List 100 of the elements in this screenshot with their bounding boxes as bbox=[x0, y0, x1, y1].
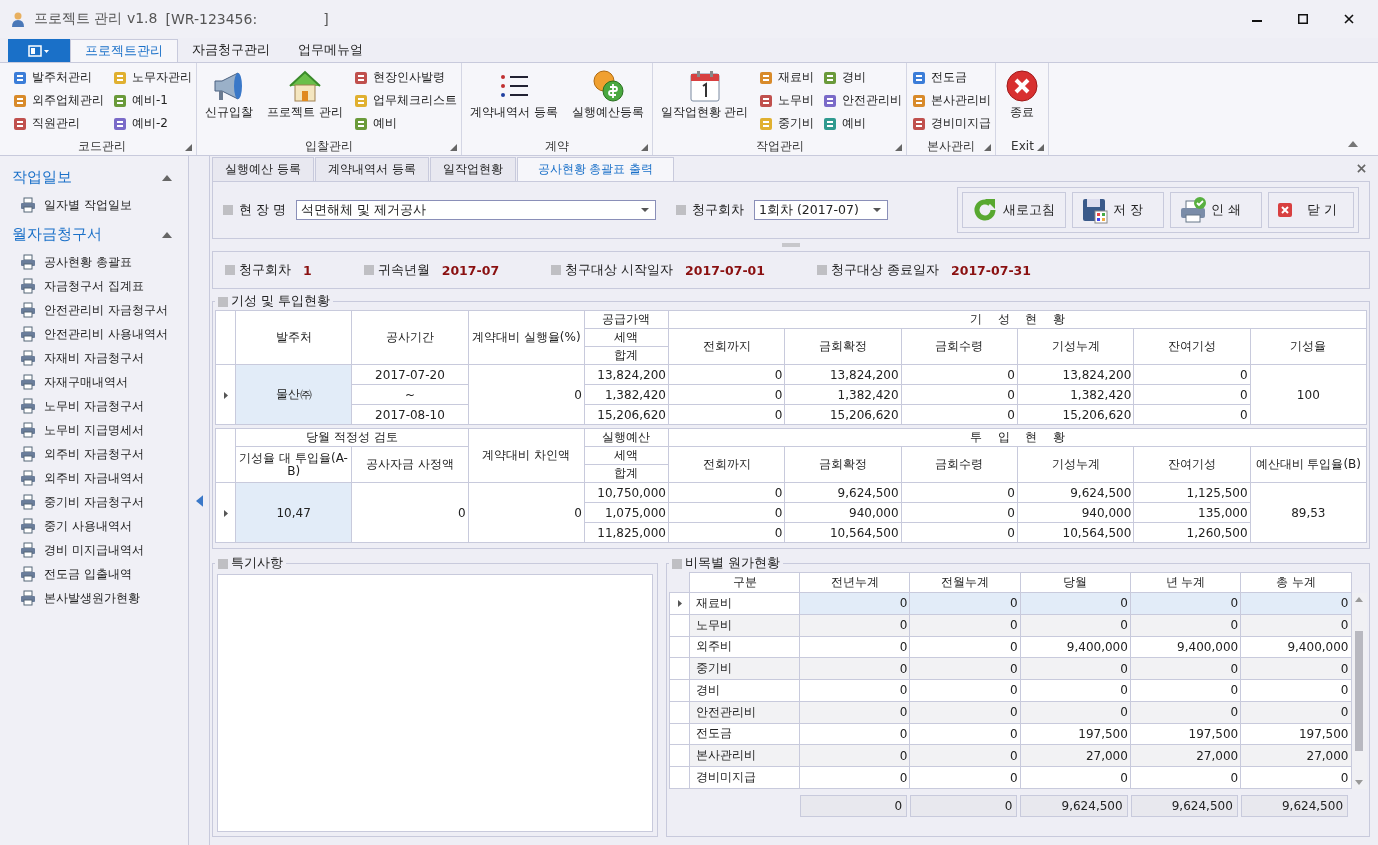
info-label: 귀속년월 bbox=[377, 261, 430, 279]
ribbon-button[interactable]: 신규입찰 bbox=[201, 66, 257, 121]
printer-icon bbox=[20, 446, 36, 462]
table-cell: 1,382,420 bbox=[1017, 384, 1134, 405]
row-indicator[interactable] bbox=[669, 592, 690, 615]
sidebar-item[interactable]: 노무비 지급명세서 bbox=[44, 421, 144, 439]
remarks-field[interactable] bbox=[217, 574, 653, 832]
launcher-icon[interactable] bbox=[640, 144, 648, 151]
sidebar-item[interactable]: 노무비 자금청구서 bbox=[44, 397, 144, 415]
ribbon-button[interactable]: 경비 bbox=[822, 66, 903, 89]
section-title[interactable]: 작업일보 bbox=[12, 168, 72, 187]
sidebar-item[interactable]: 중기 사용내역서 bbox=[44, 517, 132, 535]
ribbon-tab[interactable]: 업무메뉴얼 bbox=[284, 39, 377, 62]
column-header: 공사자금 사정액 bbox=[351, 446, 469, 483]
ribbon-button[interactable]: 현장인사발령 bbox=[352, 66, 457, 89]
table-cell: 0 bbox=[668, 502, 785, 523]
sidebar-item[interactable]: 본사발생원가현황 bbox=[44, 589, 140, 607]
document-tab[interactable]: 실행예산 등록 bbox=[212, 157, 314, 181]
grip-icon bbox=[223, 205, 233, 215]
group-label: 계약 bbox=[544, 137, 569, 155]
scroll-up-icon[interactable] bbox=[1355, 596, 1364, 602]
info-label: 청구대상 종료일자 bbox=[831, 261, 939, 279]
collapse-icon[interactable] bbox=[1348, 141, 1358, 147]
ribbon-button[interactable]: 전도금 bbox=[911, 66, 992, 89]
claim-dropdown[interactable]: 1회차 (2017-07) bbox=[753, 200, 888, 220]
launcher-icon[interactable] bbox=[895, 144, 903, 151]
printer-icon bbox=[20, 566, 36, 582]
printer-icon bbox=[1179, 196, 1207, 224]
table-cell: 15,206,620 bbox=[1017, 404, 1134, 425]
ribbon-button[interactable]: 예비-2 bbox=[112, 112, 192, 135]
ribbon-button[interactable]: 예비-1 bbox=[112, 89, 192, 112]
dropdown-arrow-icon[interactable] bbox=[640, 208, 649, 212]
sidebar-item[interactable]: 중기비 자금청구서 bbox=[44, 493, 144, 511]
collapse-icon[interactable] bbox=[162, 174, 172, 181]
ribbon-button[interactable]: 경비미지급 bbox=[911, 112, 992, 135]
close-button[interactable]: 닫 기 bbox=[1268, 192, 1354, 228]
column-header: 투 입 현 황 bbox=[668, 428, 1367, 447]
ribbon-button[interactable]: 중기비 bbox=[758, 112, 815, 135]
ribbon-button[interactable]: 프로젝트 관리 bbox=[263, 66, 347, 121]
section-title[interactable]: 월자금청구서 bbox=[12, 225, 102, 244]
launcher-icon[interactable] bbox=[984, 144, 992, 151]
ribbon-button[interactable]: 예비 bbox=[822, 112, 903, 135]
table-cell: 물산㈜ bbox=[235, 364, 352, 425]
refresh-button[interactable]: 새로고침 bbox=[962, 192, 1066, 228]
sidebar-item[interactable]: 자재구매내역서 bbox=[44, 373, 128, 391]
sidebar-item[interactable]: 일자별 작업일보 bbox=[44, 196, 132, 214]
ribbon-button[interactable]: 직원관리 bbox=[12, 112, 104, 135]
table-cell: 0 bbox=[901, 364, 1018, 385]
document-tab[interactable]: 공사현황 총괄표 출력 bbox=[516, 157, 675, 181]
table-cell: 0 bbox=[901, 502, 1018, 523]
document-tab[interactable]: 계약내역서 등록 bbox=[314, 157, 429, 181]
document-icon bbox=[12, 69, 28, 86]
table-cell: 0 bbox=[668, 522, 785, 543]
ribbon-button[interactable]: 노무비 bbox=[758, 89, 815, 112]
splitter-handle[interactable] bbox=[782, 243, 800, 247]
column-header: 잔여기성 bbox=[1133, 328, 1251, 365]
sidebar-item[interactable]: 안전관리비 자금청구서 bbox=[44, 301, 168, 319]
collapse-icon[interactable] bbox=[162, 231, 172, 238]
ribbon-button[interactable]: 노무자관리 bbox=[112, 66, 192, 89]
stop-icon bbox=[1004, 68, 1041, 104]
sidebar-item[interactable]: 외주비 자금내역서 bbox=[44, 469, 144, 487]
ribbon-button[interactable]: 종료 bbox=[1000, 66, 1045, 121]
ribbon-button[interactable]: 예비 bbox=[352, 112, 457, 135]
sidebar-item[interactable]: 자금청구서 집계표 bbox=[44, 277, 144, 295]
ribbon-button[interactable]: 일작업현황 관리 bbox=[656, 66, 753, 121]
ribbon-button[interactable]: 계약내역서 등록 bbox=[465, 66, 562, 121]
save-button[interactable]: 저 장 bbox=[1072, 192, 1164, 228]
launcher-icon[interactable] bbox=[185, 144, 192, 151]
ribbon-button[interactable]: 발주처관리 bbox=[12, 66, 104, 89]
column-header: 계약대비 실행율(%) bbox=[468, 310, 585, 365]
sidebar-item[interactable]: 경비 미지급내역서 bbox=[44, 541, 144, 559]
print-button[interactable]: 인 쇄 bbox=[1170, 192, 1262, 228]
launcher-icon[interactable] bbox=[1037, 144, 1045, 151]
ribbon-button[interactable]: 재료비 bbox=[758, 66, 815, 89]
sidebar-item[interactable]: 전도금 입출내역 bbox=[44, 565, 132, 583]
ribbon-tab[interactable]: 자금청구관리 bbox=[178, 39, 284, 62]
sidebar-item[interactable]: 자재비 자금청구서 bbox=[44, 349, 144, 367]
column-header: 예산대비 투입율(B) bbox=[1250, 446, 1367, 483]
ribbon-button[interactable]: 업무체크리스트 bbox=[352, 89, 457, 112]
scroll-down-icon[interactable] bbox=[1355, 779, 1364, 785]
ribbon-tab[interactable]: 프로젝트관리 bbox=[70, 39, 178, 62]
app-menu-button[interactable] bbox=[8, 39, 70, 62]
column-header: 실행예산 bbox=[584, 428, 669, 447]
ribbon-button[interactable]: 실행예산등록 bbox=[567, 66, 648, 121]
site-dropdown[interactable]: 석면해체 및 제거공사 bbox=[295, 200, 656, 220]
sidebar-item[interactable]: 공사현황 총괄표 bbox=[44, 253, 132, 271]
sidebar-item[interactable]: 안전관리비 사용내역서 bbox=[44, 325, 168, 343]
document-tab[interactable]: 일작업현황 bbox=[429, 157, 516, 181]
ribbon-button[interactable]: 안전관리비 bbox=[822, 89, 903, 112]
column-header: 계약대비 차인액 bbox=[468, 428, 585, 483]
menu-icon bbox=[28, 44, 50, 57]
dropdown-arrow-icon[interactable] bbox=[872, 208, 881, 212]
ribbon-button[interactable]: 본사관리비 bbox=[911, 89, 992, 112]
ribbon-button[interactable]: 외주업체관리 bbox=[12, 89, 104, 112]
close-icon[interactable] bbox=[1344, 14, 1354, 24]
maximize-icon[interactable] bbox=[1298, 14, 1308, 24]
launcher-icon[interactable] bbox=[449, 144, 457, 151]
document-icon bbox=[758, 115, 775, 132]
collapse-arrow-icon[interactable] bbox=[195, 494, 203, 507]
sidebar-item[interactable]: 외주비 자금청구서 bbox=[44, 445, 144, 463]
